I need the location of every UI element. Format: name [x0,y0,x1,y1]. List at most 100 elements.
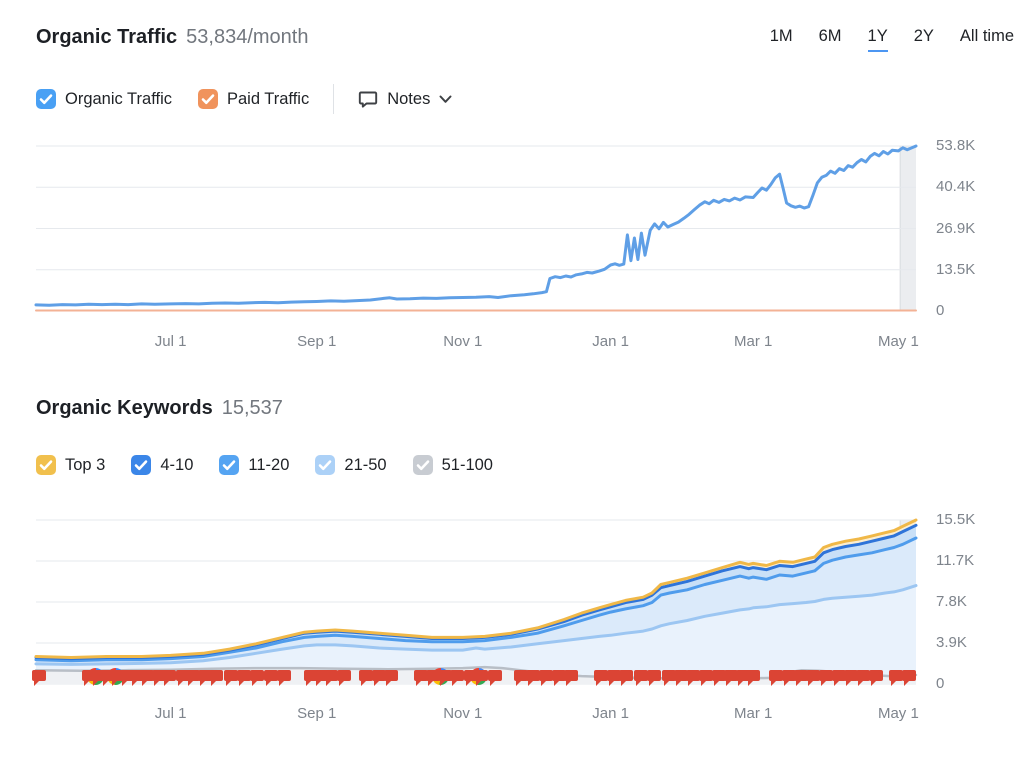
keywords-legend: Top 3 4-10 11-20 21-50 51-100 [36,455,493,475]
note-flag-icon[interactable] [889,670,903,692]
21-50-checkbox[interactable] [315,455,335,475]
x-tick-label: Nov 1 [443,705,482,722]
note-flag-icon[interactable] [32,670,46,692]
organic-traffic-x-axis: Jul 1Sep 1Nov 1Jan 1Mar 1May 1 [36,333,916,353]
organic-traffic-plot[interactable] [36,146,916,311]
traffic-legend: Organic Traffic Paid Traffic [36,89,309,109]
keywords-legend-item-4-10[interactable]: 4-10 [131,455,193,475]
11-20-checkbox[interactable] [219,455,239,475]
note-flag-icon[interactable] [337,670,351,692]
time-range-tab-1m[interactable]: 1M [770,27,793,52]
note-flag-icon[interactable] [699,670,713,692]
time-range-tab-1y[interactable]: 1Y [868,27,888,52]
note-flag-icon[interactable] [686,670,700,692]
y-tick-label: 7.8K [936,593,967,610]
check-icon [315,455,335,475]
keywords-legend-label: 4-10 [160,456,193,475]
keywords-legend-row: Top 3 4-10 11-20 21-50 51-100 [36,455,493,475]
y-tick-label: 15.5K [936,511,975,528]
notes-bubble-icon [358,90,378,109]
traffic-legend-item-paid-traffic[interactable]: Paid Traffic [198,89,309,109]
51-100-checkbox[interactable] [413,455,433,475]
4-10-checkbox[interactable] [131,455,151,475]
chevron-down-icon [439,95,452,104]
time-range-tabs: 1M 6M 1Y 2Y All time [770,27,1014,52]
y-tick-label: 11.7K [936,552,974,569]
note-flag-icon[interactable] [324,670,338,692]
note-flag-icon[interactable] [162,670,176,692]
traffic-legend-label: Paid Traffic [227,90,309,109]
time-range-tab-all-time[interactable]: All time [960,27,1014,52]
organic-traffic-title: Organic Traffic [36,26,177,48]
organic-traffic-header: Organic Traffic 53,834/month [36,26,308,49]
series-line-organic-traffic [36,146,916,305]
y-tick-label: 53.8K [936,137,975,154]
check-icon [131,455,151,475]
time-range-tab-6m[interactable]: 6M [819,27,842,52]
note-flag-icon[interactable] [450,670,464,692]
y-tick-label: 40.4K [936,178,975,195]
note-flag-icon[interactable] [634,670,648,692]
domain-overview-panel: Organic Traffic 53,834/month 1M 6M 1Y 2Y All … [0,0,1024,761]
x-tick-label: May 1 [878,333,919,350]
note-flag-icon[interactable] [869,670,883,692]
note-flag-icon[interactable] [209,670,223,692]
note-flag-icon[interactable] [237,670,251,692]
x-tick-label: Jul 1 [155,333,187,350]
keywords-legend-label: 21-50 [344,456,386,475]
check-icon [36,89,56,109]
keywords-legend-item-top-3[interactable]: Top 3 [36,455,105,475]
organic-traffic-chart[interactable] [36,146,916,311]
y-tick-label: 13.5K [936,261,975,278]
note-flag-icon[interactable] [647,670,661,692]
x-tick-label: Sep 1 [297,333,336,350]
x-tick-label: Mar 1 [734,705,772,722]
traffic-legend-label: Organic Traffic [65,90,172,109]
keywords-legend-label: 51-100 [442,456,493,475]
note-flag-icon[interactable] [564,670,578,692]
note-flag-icon[interactable] [359,670,373,692]
note-flag-icon[interactable] [474,670,488,692]
note-flag-icon[interactable] [902,670,916,692]
check-icon [198,89,218,109]
keywords-legend-item-51-100[interactable]: 51-100 [413,455,493,475]
y-tick-label: 3.9K [936,634,967,651]
note-flag-icon[interactable] [224,670,238,692]
x-tick-label: Jan 1 [592,333,629,350]
x-tick-label: Jan 1 [592,705,629,722]
note-flag-icon[interactable] [384,670,398,692]
keywords-legend-label: 11-20 [248,456,289,475]
note-flag-icon[interactable] [594,670,608,692]
note-flag-icon[interactable] [250,670,264,692]
note-flag-icon[interactable] [488,670,502,692]
notes-label: Notes [387,90,430,109]
organic-traffic-y-axis: 53.8K40.4K26.9K13.5K0 [936,146,1016,311]
check-icon [36,455,56,475]
keywords-legend-item-11-20[interactable]: 11-20 [219,455,289,475]
organic-keywords-chart[interactable] [36,520,916,684]
organic-traffic-value: 53,834/month [186,26,308,48]
note-flag-icon[interactable] [746,670,760,692]
y-tick-label: 26.9K [936,220,975,237]
notes-marker-row [36,670,916,692]
note-flag-icon[interactable] [619,670,633,692]
notes-control[interactable]: Notes [358,90,452,109]
organic-keywords-title: Organic Keywords [36,397,213,419]
note-flag-icon[interactable] [277,670,291,692]
legend-divider [333,84,334,114]
organic-keywords-header: Organic Keywords15,537 [36,397,283,420]
keywords-legend-item-21-50[interactable]: 21-50 [315,455,386,475]
check-icon [413,455,433,475]
organic-keywords-plot[interactable] [36,520,916,684]
y-tick-label: 0 [936,675,944,692]
note-flag-icon[interactable] [806,670,820,692]
time-range-tab-2y[interactable]: 2Y [914,27,934,52]
note-flag-icon[interactable] [264,670,278,692]
top-3-checkbox[interactable] [36,455,56,475]
organic-traffic-checkbox[interactable] [36,89,56,109]
paid-traffic-checkbox[interactable] [198,89,218,109]
note-flag-icon[interactable] [539,670,553,692]
x-tick-label: May 1 [878,705,919,722]
traffic-legend-item-organic-traffic[interactable]: Organic Traffic [36,89,172,109]
x-tick-label: Sep 1 [297,705,336,722]
